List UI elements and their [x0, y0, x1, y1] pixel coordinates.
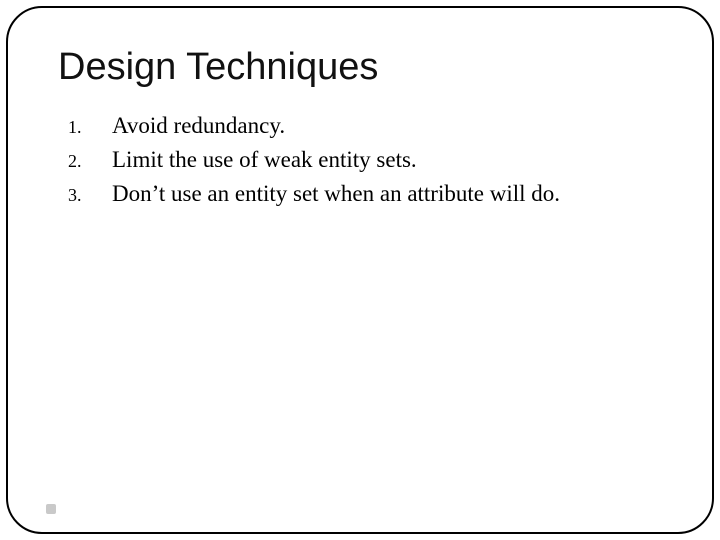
item-text: Avoid redundancy. [112, 111, 285, 141]
footer-marker-icon [46, 504, 56, 514]
item-number: 3. [68, 185, 112, 206]
slide-title: Design Techniques [58, 46, 662, 89]
numbered-list: 1. Avoid redundancy. 2. Limit the use of… [68, 111, 662, 209]
item-text: Limit the use of weak entity sets. [112, 145, 417, 175]
item-number: 2. [68, 151, 112, 172]
item-number: 1. [68, 117, 112, 138]
slide-frame: Design Techniques 1. Avoid redundancy. 2… [6, 6, 714, 534]
item-text: Don’t use an entity set when an attribut… [112, 179, 560, 209]
list-item: 1. Avoid redundancy. [68, 111, 662, 141]
list-item: 2. Limit the use of weak entity sets. [68, 145, 662, 175]
list-item: 3. Don’t use an entity set when an attri… [68, 179, 662, 209]
